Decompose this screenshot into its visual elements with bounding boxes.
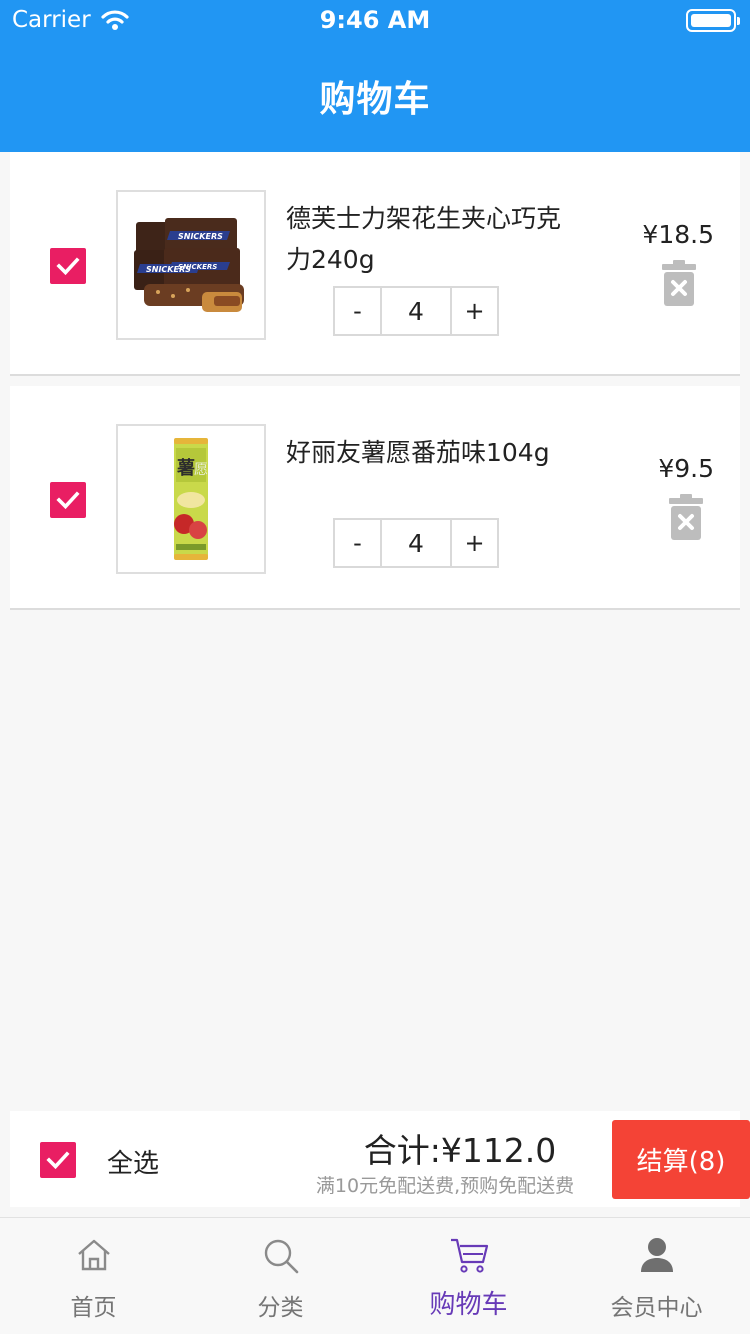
- battery-icon: [686, 9, 740, 32]
- svg-text:SNICKERS: SNICKERS: [178, 263, 217, 271]
- product-price: ¥9.5: [658, 454, 714, 483]
- home-icon: [77, 1239, 110, 1271]
- svg-text:SNICKERS: SNICKERS: [178, 232, 223, 241]
- cart-icon: [450, 1238, 488, 1273]
- page-title: 购物车: [319, 79, 431, 120]
- tab-category[interactable]: 分类: [187, 1218, 374, 1334]
- decrease-button[interactable]: -: [335, 520, 380, 566]
- item-checkbox[interactable]: [50, 248, 86, 284]
- quantity-stepper: - 4 +: [333, 286, 499, 336]
- svg-text:愿: 愿: [194, 462, 208, 478]
- tab-home[interactable]: 首页: [0, 1218, 187, 1334]
- cart-summary-bar: 全选 合计:¥112.0 满10元免配送费,预购免配送费 结算(8): [10, 1111, 750, 1207]
- product-image[interactable]: 薯 愿: [116, 424, 266, 574]
- tab-member[interactable]: 会员中心: [563, 1218, 750, 1334]
- person-icon: [640, 1238, 673, 1272]
- delivery-note: 满10元免配送费,预购免配送费: [315, 1175, 575, 1197]
- checkout-button[interactable]: 结算(8): [612, 1120, 750, 1199]
- quantity-value: 4: [380, 288, 452, 334]
- select-all-label: 全选: [107, 1149, 160, 1179]
- quantity-value: 4: [380, 520, 452, 566]
- product-image[interactable]: SNICKERS SNICKERS SNICKERS: [116, 190, 266, 340]
- tab-label: 首页: [70, 1295, 117, 1321]
- status-bar: Carrier 9:46 AM: [0, 0, 750, 40]
- increase-button[interactable]: +: [452, 520, 497, 566]
- tab-cart[interactable]: 购物车: [375, 1218, 562, 1334]
- cart-item: SNICKERS SNICKERS SNICKERS 德芙士力架花生夹心巧克力2…: [10, 152, 740, 376]
- increase-button[interactable]: +: [452, 288, 497, 334]
- tab-label: 会员中心: [610, 1295, 703, 1321]
- select-all-checkbox[interactable]: [40, 1142, 76, 1178]
- tab-label: 购物车: [429, 1290, 508, 1320]
- product-price: ¥18.5: [642, 220, 714, 249]
- search-icon: [264, 1239, 298, 1274]
- check-icon: [56, 491, 80, 510]
- delete-icon[interactable]: [662, 260, 696, 306]
- total-amount: 合计:¥112.0: [363, 1131, 557, 1170]
- check-icon: [46, 1151, 70, 1170]
- snickers-pack-image: SNICKERS SNICKERS SNICKERS: [134, 218, 244, 312]
- app-header: Carrier 9:46 AM 购物车: [0, 0, 750, 152]
- decrease-button[interactable]: -: [335, 288, 380, 334]
- product-name: 好丽友薯愿番茄味104g: [286, 438, 550, 467]
- cart-list: SNICKERS SNICKERS SNICKERS 德芙士力架花生夹心巧克力2…: [10, 152, 740, 610]
- cart-item: 薯 愿 好丽友薯愿番茄味104g - 4 + ¥9.5: [10, 386, 740, 610]
- product-name: 德芙士力架花生夹心巧克力240g: [286, 204, 562, 274]
- tab-label: 分类: [257, 1295, 304, 1321]
- svg-text:薯: 薯: [176, 458, 195, 479]
- delete-icon[interactable]: [669, 494, 703, 540]
- potato-chips-can-image: 薯 愿: [174, 438, 208, 560]
- bottom-tab-bar: 首页 分类 购物车 会员中心: [0, 1217, 750, 1334]
- check-icon: [56, 257, 80, 276]
- cart-screen: Carrier 9:46 AM 购物车 SNICKERS SNICKERS SN…: [0, 0, 750, 1334]
- status-time: 9:46 AM: [319, 6, 431, 34]
- quantity-stepper: - 4 +: [333, 518, 499, 568]
- item-checkbox[interactable]: [50, 482, 86, 518]
